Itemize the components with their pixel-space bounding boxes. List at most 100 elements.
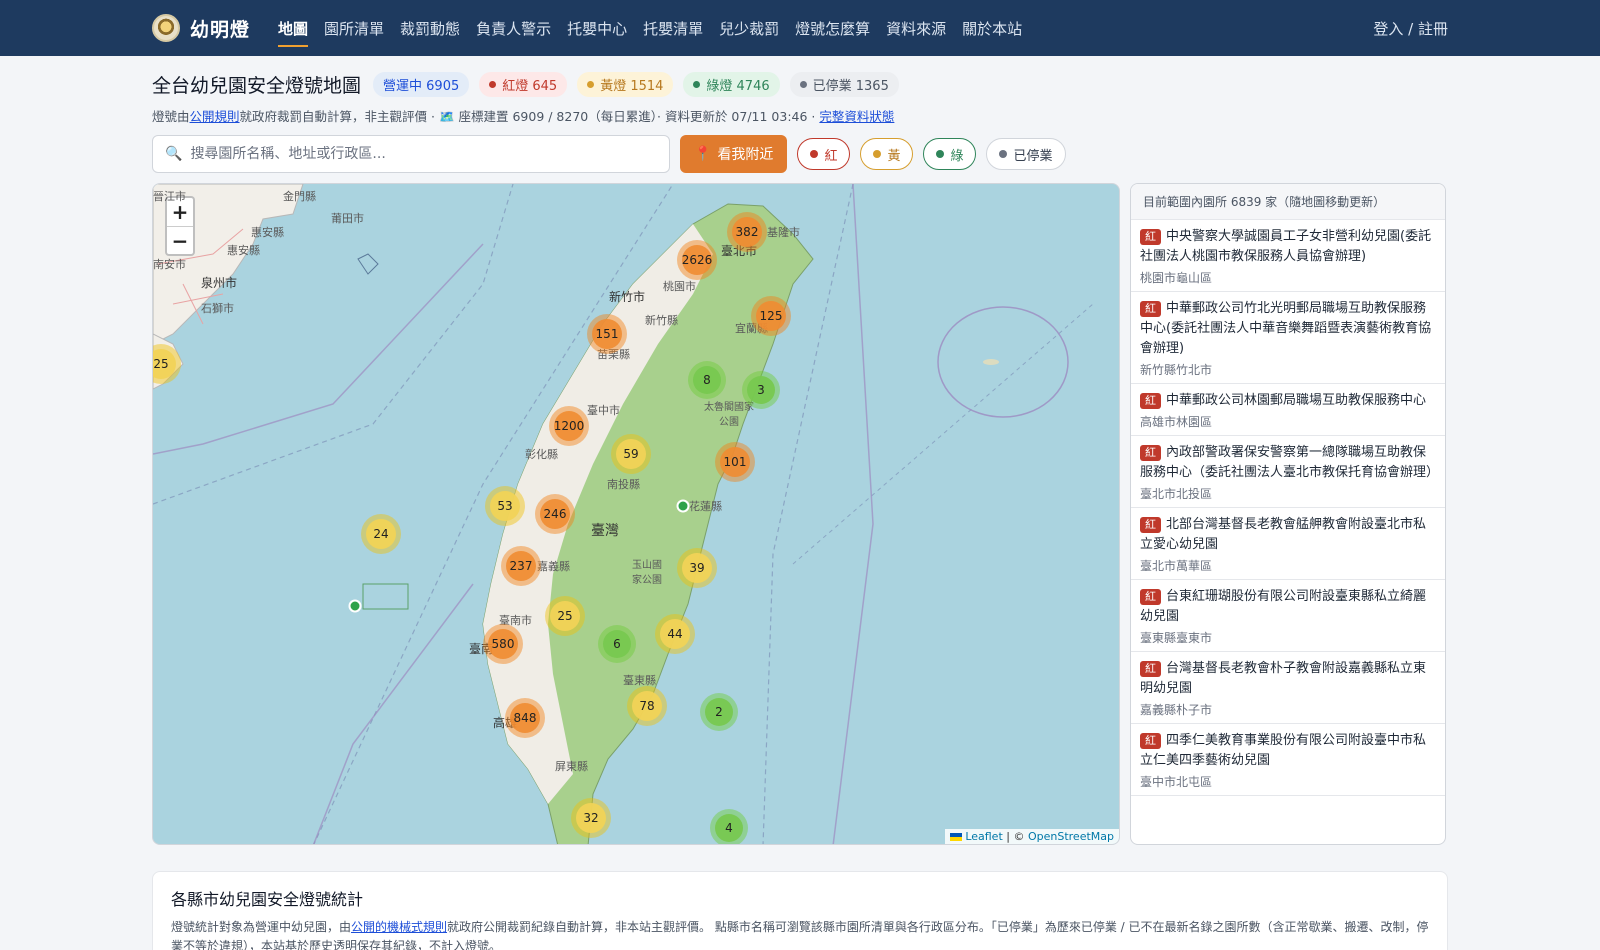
cluster-marker[interactable]: 53 bbox=[485, 486, 525, 526]
brand-name: 幼明燈 bbox=[190, 18, 251, 41]
cluster-marker[interactable]: 32 bbox=[571, 798, 611, 838]
cluster-marker[interactable]: 580 bbox=[483, 624, 523, 664]
filter-yellow[interactable]: 黃 bbox=[860, 138, 914, 170]
list-item-area: 嘉義縣朴子市 bbox=[1140, 703, 1213, 717]
list-item-name-text: 中華郵政公司林園郵局職場互助教保服務中心 bbox=[1166, 393, 1427, 408]
cluster-marker[interactable]: 237 bbox=[501, 546, 541, 586]
cluster-marker[interactable]: 151 bbox=[587, 314, 627, 354]
list-item-area: 臺東縣臺東市 bbox=[1140, 631, 1213, 645]
cluster-marker[interactable]: 6 bbox=[598, 625, 636, 663]
nav-link-owner-alerts[interactable]: 負責人警示 bbox=[468, 0, 559, 56]
list-item-name-text: 中央警察大學誠園員工子女非營利幼兒園(委託社團法人桃園市教保服務人員協會辦理) bbox=[1140, 229, 1432, 264]
gray-dot-icon bbox=[799, 81, 807, 88]
cluster-marker[interactable]: 848 bbox=[505, 698, 545, 738]
filter-green-label: 綠 bbox=[950, 148, 964, 164]
map-point-green[interactable] bbox=[348, 599, 362, 613]
title-row: 全台幼兒園安全燈號地圖 營運中 6905 紅燈 645 黃燈 1514 綠燈 4… bbox=[152, 71, 1448, 98]
cluster-marker[interactable]: 78 bbox=[627, 686, 667, 726]
cluster-count: 2 bbox=[705, 698, 733, 726]
subline-mid: 就政府裁罰自動計算，非主觀評價 · 🗺️ 座標建置 6909 / 8270（每日… bbox=[239, 109, 816, 124]
cluster-marker[interactable]: 3 bbox=[742, 371, 780, 409]
cluster-marker[interactable]: 1200 bbox=[549, 406, 589, 446]
cluster-marker[interactable]: 101 bbox=[715, 442, 755, 482]
cluster-marker[interactable]: 125 bbox=[751, 296, 791, 336]
nav-link-about[interactable]: 關於本站 bbox=[954, 0, 1030, 56]
stats-desc-prefix: 燈號統計對象為營運中幼兒園，由 bbox=[171, 920, 352, 934]
list-item[interactable]: 紅北部台灣基督長老教會艋舺教會附設臺北市私立愛心幼兒園 臺北市萬華區 bbox=[1131, 508, 1445, 580]
green-dot-icon bbox=[936, 150, 945, 158]
map-label: 惠安縣 bbox=[251, 226, 284, 239]
rules-link[interactable]: 公開規則 bbox=[190, 109, 240, 124]
zoom-out-button[interactable]: − bbox=[167, 226, 193, 254]
cluster-marker[interactable]: 4 bbox=[710, 809, 748, 844]
red-badge: 紅 bbox=[1140, 733, 1161, 749]
cluster-count: 237 bbox=[506, 551, 536, 581]
near-me-label: 看我附近 bbox=[717, 147, 774, 163]
login-link[interactable]: 登入 / 註冊 bbox=[1373, 18, 1448, 39]
cluster-marker[interactable]: 2 bbox=[700, 693, 738, 731]
list-item[interactable]: 紅台灣基督長老教會朴子教會附設嘉義縣私立東明幼兒園 嘉義縣朴子市 bbox=[1131, 652, 1445, 724]
list-item-name-text: 中華郵政公司竹北光明郵局職場互助教保服務中心(委託社團法人中華音樂舞蹈暨表演藝術… bbox=[1140, 301, 1432, 356]
cluster-marker[interactable]: 59 bbox=[611, 434, 651, 474]
nav-link-nursery-list[interactable]: 托嬰清單 bbox=[635, 0, 711, 56]
cluster-count: 1200 bbox=[554, 411, 584, 441]
nav-link-sources[interactable]: 資料來源 bbox=[878, 0, 954, 56]
map-label: 桃園市 bbox=[663, 280, 696, 293]
rules-link[interactable]: 公開的機械式規則 bbox=[351, 920, 447, 934]
search-input[interactable] bbox=[190, 146, 657, 162]
nav-link-penalties[interactable]: 裁罰動態 bbox=[392, 0, 468, 56]
list-item[interactable]: 紅中華郵政公司林園郵局職場互助教保服務中心 高雄市林園區 bbox=[1131, 384, 1445, 436]
nav-link-map[interactable]: 地圖 bbox=[270, 0, 316, 56]
green-dot-icon bbox=[693, 81, 701, 88]
list-item[interactable]: 紅中華郵政公司竹北光明郵局職場互助教保服務中心(委託社團法人中華音樂舞蹈暨表演藝… bbox=[1131, 292, 1445, 384]
nav-links: 地圖 園所清單 裁罰動態 負責人警示 托嬰中心 托嬰清單 兒少裁罰 燈號怎麼算 … bbox=[270, 0, 1030, 56]
red-badge: 紅 bbox=[1140, 445, 1161, 461]
cluster-marker[interactable]: 44 bbox=[655, 614, 695, 654]
nav-link-child-penalties[interactable]: 兒少裁罰 bbox=[711, 0, 787, 56]
nav-link-list[interactable]: 園所清單 bbox=[316, 0, 392, 56]
red-badge: 紅 bbox=[1140, 589, 1161, 605]
list-item-name-text: 北部台灣基督長老教會艋舺教會附設臺北市私立愛心幼兒園 bbox=[1140, 517, 1427, 552]
cluster-marker[interactable]: 8 bbox=[688, 361, 726, 399]
cluster-count: 580 bbox=[488, 629, 518, 659]
cluster-marker[interactable]: 39 bbox=[677, 548, 717, 588]
cluster-marker[interactable]: 24 bbox=[361, 514, 401, 554]
map-label: 屏東縣 bbox=[555, 760, 588, 773]
map-label: 玉山國家公園 bbox=[632, 560, 662, 586]
badge-closed: 已停業 1365 bbox=[789, 72, 899, 97]
leaflet-link[interactable]: Leaflet bbox=[965, 830, 1002, 843]
red-badge: 紅 bbox=[1140, 393, 1161, 409]
list-item-area: 臺中市北屯區 bbox=[1140, 775, 1213, 789]
list-item-name: 紅中央警察大學誠園員工子女非營利幼兒園(委託社團法人桃園市教保服務人員協會辦理) bbox=[1140, 227, 1436, 267]
cluster-count: 246 bbox=[540, 499, 570, 529]
filter-closed[interactable]: 已停業 bbox=[986, 138, 1066, 170]
osm-link[interactable]: OpenStreetMap bbox=[1028, 830, 1114, 843]
attribution-sep: | © bbox=[1002, 830, 1028, 843]
cluster-marker[interactable]: 382 bbox=[727, 212, 767, 252]
list-item-area: 臺北市萬華區 bbox=[1140, 559, 1213, 573]
search-box[interactable]: 🔍 bbox=[152, 135, 670, 173]
cluster-marker[interactable]: 246 bbox=[535, 494, 575, 534]
list-item[interactable]: 紅內政部警政署保安警察第一總隊職場互助教保服務中心（委託社團法人臺北市教保托育協… bbox=[1131, 436, 1445, 508]
zoom-control: + − bbox=[165, 196, 195, 256]
list-item[interactable]: 紅中央警察大學誠園員工子女非營利幼兒園(委託社團法人桃園市教保服務人員協會辦理)… bbox=[1131, 220, 1445, 292]
list-item[interactable]: 紅四季仁美教育事業股份有限公司附設臺中市私立仁美四季藝術幼兒園 臺中市北屯區 bbox=[1131, 724, 1445, 796]
nav-link-nursery[interactable]: 托嬰中心 bbox=[559, 0, 635, 56]
map[interactable]: + − 金門縣 莆田市 晉江市 惠安縣 南安市 泉州市 石獅市 惠安縣 臺北市 … bbox=[152, 183, 1120, 845]
brand[interactable]: 幼明燈 bbox=[152, 14, 250, 42]
cluster-marker[interactable]: 25 bbox=[545, 596, 585, 636]
map-point-green[interactable] bbox=[676, 499, 690, 513]
near-me-button[interactable]: 📍 看我附近 bbox=[680, 135, 788, 173]
cluster-count: 4 bbox=[715, 814, 743, 842]
data-status-link[interactable]: 完整資料狀態 bbox=[819, 109, 894, 124]
badge-red: 紅燈 645 bbox=[479, 72, 568, 97]
badge-green-label: 綠燈 4746 bbox=[706, 79, 770, 94]
main-area: + − 金門縣 莆田市 晉江市 惠安縣 南安市 泉州市 石獅市 惠安縣 臺北市 … bbox=[152, 183, 1448, 845]
filter-red[interactable]: 紅 bbox=[797, 138, 851, 170]
map-label: 南安市 bbox=[153, 258, 186, 271]
list-item[interactable]: 紅台東紅珊瑚股份有限公司附設臺東縣私立綺麗幼兒園 臺東縣臺東市 bbox=[1131, 580, 1445, 652]
filter-green[interactable]: 綠 bbox=[923, 138, 977, 170]
cluster-count: 848 bbox=[510, 703, 540, 733]
cluster-marker[interactable]: 2626 bbox=[677, 240, 717, 280]
nav-link-how-calc[interactable]: 燈號怎麼算 bbox=[787, 0, 878, 56]
